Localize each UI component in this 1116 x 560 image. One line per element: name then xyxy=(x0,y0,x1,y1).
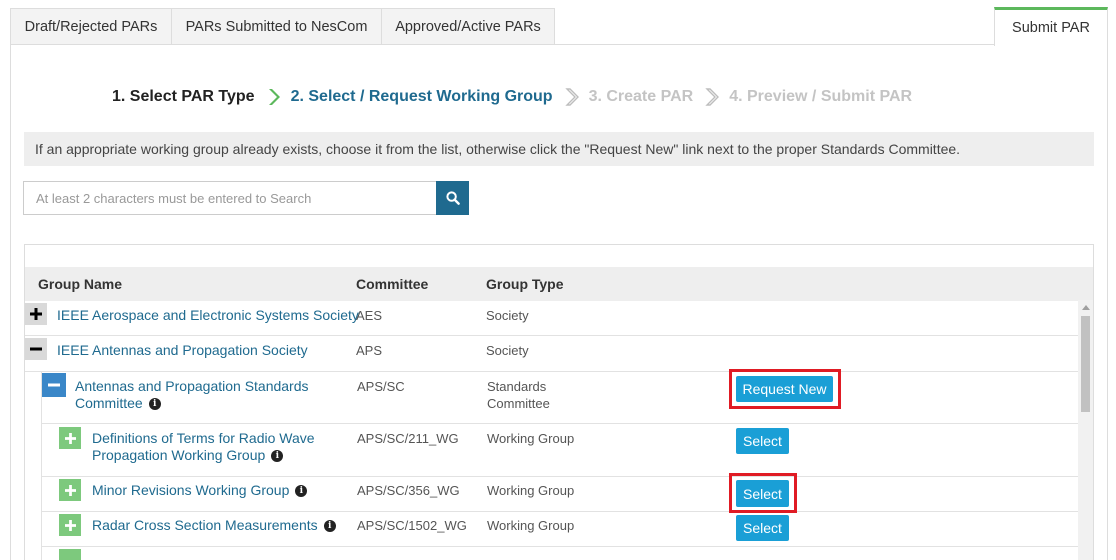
committee-cell: AES xyxy=(356,308,383,323)
expand-toggle[interactable] xyxy=(59,427,81,449)
table-row: IEEE Aerospace and Electronic Systems So… xyxy=(25,301,1079,336)
expand-toggle[interactable] xyxy=(59,549,81,560)
info-icon[interactable]: i xyxy=(271,450,284,463)
info-icon[interactable]: i xyxy=(323,520,336,533)
table-row: Minor Revisions Working Group i APS/SC/35… xyxy=(41,477,1079,512)
group-type-line: Standards xyxy=(487,379,547,394)
group-name-line: Committee xyxy=(75,395,143,411)
panel-border-left xyxy=(10,44,11,560)
chevron-right-icon xyxy=(268,89,280,105)
table-scrollbar[interactable] xyxy=(1078,300,1093,560)
expand-toggle[interactable] xyxy=(25,303,47,325)
table-row: Radar Cross Section Measurements i APS/SC… xyxy=(41,512,1079,547)
chevron-right-icon xyxy=(705,88,720,106)
group-type-cell: Working Group xyxy=(487,431,575,446)
group-name-link[interactable]: IEEE Antennas and Propagation Society xyxy=(57,342,308,359)
search-placeholder: At least 2 characters must be entered to… xyxy=(36,190,312,206)
expand-toggle[interactable] xyxy=(59,514,81,536)
group-type-line: Committee xyxy=(487,396,550,411)
committee-cell: APS/SC xyxy=(357,379,405,394)
select-button[interactable]: Select xyxy=(736,428,789,454)
table-header: Group Name Committee Group Type xyxy=(25,267,1093,301)
info-icon[interactable]: i xyxy=(148,398,161,411)
header-group-name: Group Name xyxy=(38,276,123,292)
highlight-box xyxy=(729,369,841,409)
working-group-table: Group Name Committee Group Type IEEE Aer… xyxy=(24,244,1094,560)
collapse-toggle[interactable] xyxy=(42,373,66,397)
collapse-toggle[interactable] xyxy=(25,338,47,360)
group-type-cell: Working Group xyxy=(487,483,575,498)
table-row xyxy=(41,547,1079,560)
wizard-steps: 1. Select PAR Type 2. Select / Request W… xyxy=(112,86,912,108)
group-name-link[interactable]: Definitions of Terms for Radio Wave Prop… xyxy=(92,430,332,464)
table-row: Definitions of Terms for Radio Wave Prop… xyxy=(41,424,1079,477)
group-name-line: Propagation Working Group xyxy=(92,447,266,463)
group-name-link[interactable]: IEEE Aerospace and Electronic Systems So… xyxy=(57,307,359,324)
expand-toggle[interactable] xyxy=(59,479,81,501)
step-select-par-type: 1. Select PAR Type xyxy=(112,88,255,105)
tab-approved-active[interactable]: Approved/Active PARs xyxy=(381,8,555,44)
plus-icon xyxy=(64,519,76,531)
group-name-line: Definitions of Terms for Radio Wave xyxy=(92,430,315,446)
step-preview-submit: 4. Preview / Submit PAR xyxy=(729,88,913,105)
group-name-link[interactable]: Antennas and Propagation Standards Commi… xyxy=(75,378,315,412)
step-create-par: 3. Create PAR xyxy=(588,88,694,105)
plus-icon xyxy=(64,432,76,444)
plus-icon xyxy=(64,484,76,496)
group-name-text: Radar Cross Section Measurements xyxy=(92,517,318,533)
scroll-thumb[interactable] xyxy=(1081,316,1090,412)
group-name-text: Minor Revisions Working Group xyxy=(92,482,290,498)
tab-divider xyxy=(10,44,1108,45)
committee-cell: APS/SC/1502_WG xyxy=(357,518,467,533)
group-type-cell: Standards Committee xyxy=(487,378,550,412)
scroll-up-arrow-icon[interactable] xyxy=(1082,305,1090,310)
highlight-box xyxy=(729,473,797,513)
committee-cell: APS/SC/211_WG xyxy=(357,431,459,446)
plus-icon xyxy=(30,308,42,320)
tab-bar: Draft/Rejected PARs PARs Submitted to Ne… xyxy=(0,0,1116,46)
chevron-right-icon xyxy=(564,88,579,106)
step-select-working-group: 2. Select / Request Working Group xyxy=(290,88,553,105)
panel-border-right xyxy=(1107,44,1108,560)
table-body: IEEE Aerospace and Electronic Systems So… xyxy=(25,301,1079,560)
tab-submitted-nescom[interactable]: PARs Submitted to NesCom xyxy=(171,8,382,44)
group-type-cell: Working Group xyxy=(487,518,575,533)
minus-icon xyxy=(30,347,42,351)
table-row: Antennas and Propagation Standards Commi… xyxy=(41,372,1079,424)
header-committee: Committee xyxy=(356,276,429,292)
info-text: If an appropriate working group already … xyxy=(35,141,961,157)
committee-cell: APS xyxy=(356,343,383,358)
table-row: IEEE Antennas and Propagation Society AP… xyxy=(25,336,1079,372)
search-icon xyxy=(445,191,460,205)
search-input[interactable]: At least 2 characters must be entered to… xyxy=(23,181,437,215)
info-icon[interactable]: i xyxy=(295,485,308,498)
group-name-link[interactable]: Radar Cross Section Measurements i xyxy=(92,517,336,534)
committee-cell: APS/SC/356_WG xyxy=(357,483,460,498)
search-button[interactable] xyxy=(436,181,469,215)
group-name-line: Antennas and Propagation Standards xyxy=(75,378,309,394)
tab-submit-par[interactable]: Submit PAR xyxy=(994,7,1108,46)
group-name-link[interactable]: Minor Revisions Working Group i xyxy=(92,482,308,499)
tab-draft-rejected[interactable]: Draft/Rejected PARs xyxy=(10,8,172,44)
group-type-cell: Society xyxy=(486,308,529,323)
header-group-type: Group Type xyxy=(486,276,564,292)
group-type-cell: Society xyxy=(486,343,529,358)
select-button[interactable]: Select xyxy=(736,515,789,541)
info-banner: If an appropriate working group already … xyxy=(24,132,1094,166)
minus-icon xyxy=(48,383,60,387)
